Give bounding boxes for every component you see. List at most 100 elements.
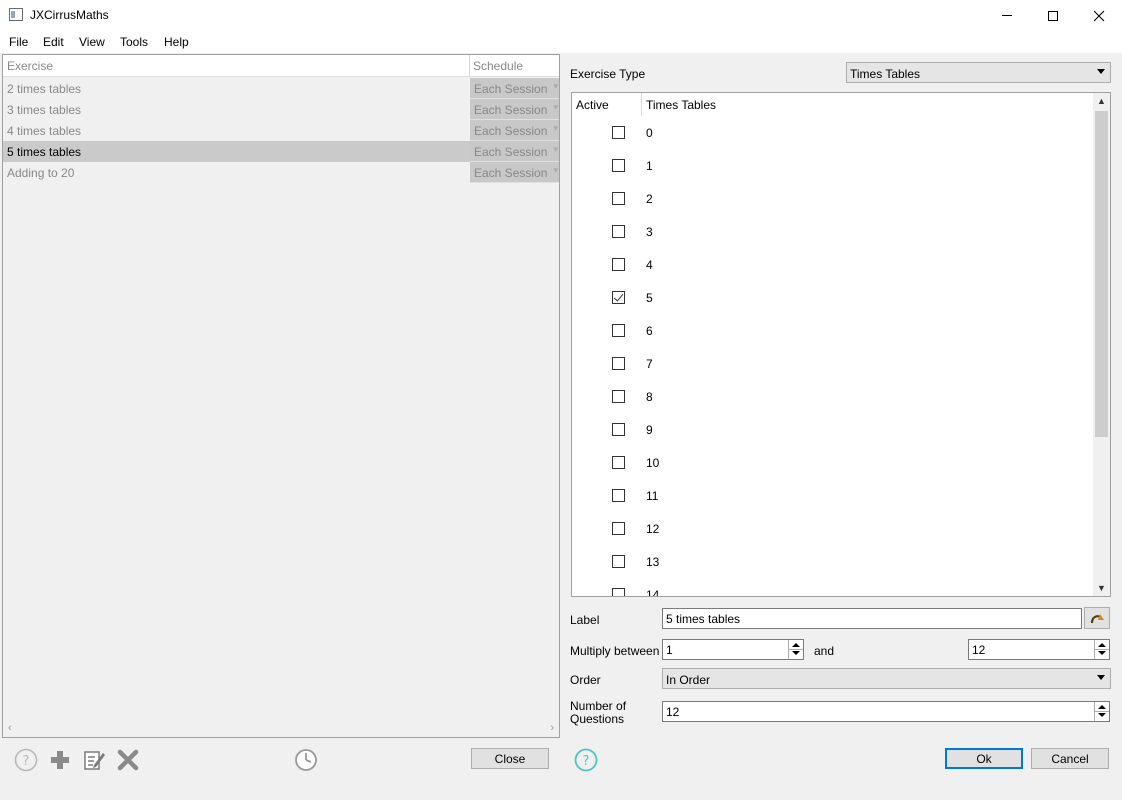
table-row[interactable]: 13: [572, 545, 1094, 578]
active-checkbox[interactable]: [612, 192, 625, 205]
maximize-icon: [1048, 10, 1058, 21]
schedule-dropdown[interactable]: Each Session: [470, 99, 559, 120]
active-checkbox[interactable]: [612, 456, 625, 469]
menu-view[interactable]: View: [79, 35, 105, 49]
scroll-up-icon[interactable]: ▲: [1097, 96, 1106, 106]
table-row-selected[interactable]: 5 times tables Each Session: [3, 141, 559, 162]
exercise-type-select[interactable]: Times Tables: [846, 62, 1111, 83]
exercise-table-header: Exercise Schedule: [3, 55, 559, 77]
horizontal-scrollbar[interactable]: ‹ ›: [3, 721, 559, 737]
times-table-value: 0: [646, 126, 653, 140]
scrollbar-thumb[interactable]: [1095, 111, 1108, 437]
number-of-questions-label-line2: Questions: [570, 712, 625, 726]
multiply-from-value: 1: [666, 643, 673, 657]
number-of-questions-label-line1: Number of: [570, 699, 627, 713]
active-checkbox[interactable]: [612, 489, 625, 502]
schedule-dropdown[interactable]: Each Session: [470, 162, 559, 183]
delete-exercise-button[interactable]: [115, 747, 141, 773]
label-input[interactable]: 5 times tables: [662, 608, 1082, 629]
times-table-value: 14: [646, 588, 660, 597]
help-button[interactable]: ?: [13, 747, 39, 773]
editor-help-button[interactable]: ?: [573, 747, 599, 773]
active-checkbox[interactable]: [612, 522, 625, 535]
close-button[interactable]: Close: [471, 748, 549, 769]
scroll-right-icon[interactable]: ›: [550, 722, 554, 734]
exercise-table[interactable]: Exercise Schedule 2 times tables Each Se…: [2, 54, 560, 738]
order-select[interactable]: In Order: [662, 668, 1111, 689]
active-checkbox[interactable]: [612, 588, 625, 596]
close-window-button[interactable]: [1076, 0, 1122, 31]
schedule-button[interactable]: [293, 747, 319, 773]
table-row[interactable]: 4 times tables Each Session: [3, 120, 559, 141]
active-checkbox[interactable]: [612, 390, 625, 403]
number-of-questions-spinner[interactable]: 12: [662, 701, 1110, 722]
cancel-button[interactable]: Cancel: [1031, 748, 1109, 769]
table-row[interactable]: 5: [572, 281, 1094, 314]
exercise-name: 2 times tables: [7, 82, 82, 96]
active-checkbox[interactable]: [612, 291, 625, 304]
delete-icon: [117, 749, 139, 771]
schedule-dropdown[interactable]: Each Session: [470, 78, 559, 99]
and-label: and: [814, 644, 835, 658]
exercise-type-label: Exercise Type: [570, 67, 646, 81]
times-table-value: 13: [646, 555, 660, 569]
scroll-left-icon[interactable]: ‹: [8, 722, 12, 734]
menu-edit[interactable]: Edit: [43, 35, 64, 49]
active-checkbox[interactable]: [612, 126, 625, 139]
column-header-active[interactable]: Active: [576, 98, 609, 112]
maximize-button[interactable]: [1030, 0, 1076, 31]
title-bar: JXCirrusMaths: [0, 0, 1122, 31]
schedule-dropdown[interactable]: Each Session: [470, 120, 559, 141]
reset-label-button[interactable]: [1084, 607, 1110, 629]
active-checkbox[interactable]: [612, 423, 625, 436]
clock-icon: [295, 749, 317, 771]
table-row[interactable]: Adding to 20 Each Session: [3, 162, 559, 183]
menu-file[interactable]: File: [9, 35, 28, 49]
times-tables-table[interactable]: Active Times Tables 0 1 2 3 4 5 6 7 8 9 10 11 12 13 14…: [571, 92, 1111, 597]
table-row[interactable]: 3: [572, 215, 1094, 248]
times-table-value: 10: [646, 456, 660, 470]
add-icon: [51, 751, 69, 769]
minimize-button[interactable]: [984, 0, 1030, 31]
table-row[interactable]: 2 times tables Each Session: [3, 78, 559, 99]
table-row[interactable]: 0: [572, 116, 1094, 149]
column-header-schedule[interactable]: Schedule: [473, 59, 523, 73]
table-row[interactable]: 7: [572, 347, 1094, 380]
active-checkbox[interactable]: [612, 258, 625, 271]
active-checkbox[interactable]: [612, 357, 625, 370]
add-exercise-button[interactable]: [47, 747, 73, 773]
times-table-value: 2: [646, 192, 653, 206]
active-checkbox[interactable]: [612, 324, 625, 337]
undo-icon: [1090, 614, 1104, 624]
active-checkbox[interactable]: [612, 159, 625, 172]
svg-text:?: ?: [23, 754, 30, 769]
multiply-from-spinner[interactable]: 1: [662, 639, 804, 660]
spinner-divider: [788, 649, 803, 650]
edit-exercise-button[interactable]: [81, 747, 107, 773]
table-row[interactable]: 10: [572, 446, 1094, 479]
table-row[interactable]: 8: [572, 380, 1094, 413]
table-row[interactable]: 14: [572, 578, 1094, 597]
vertical-scrollbar[interactable]: ▲ ▼: [1093, 93, 1110, 596]
table-row[interactable]: 9: [572, 413, 1094, 446]
menu-help[interactable]: Help: [164, 35, 189, 49]
table-row[interactable]: 3 times tables Each Session: [3, 99, 559, 120]
column-divider: [469, 55, 470, 77]
column-header-exercise[interactable]: Exercise: [7, 59, 53, 73]
scroll-down-icon[interactable]: ▼: [1097, 583, 1106, 593]
table-row[interactable]: 12: [572, 512, 1094, 545]
table-row[interactable]: 6: [572, 314, 1094, 347]
times-table-value: 6: [646, 324, 653, 338]
column-header-times-tables[interactable]: Times Tables: [646, 98, 716, 112]
schedule-dropdown[interactable]: Each Session: [470, 141, 559, 162]
active-checkbox[interactable]: [612, 225, 625, 238]
active-checkbox[interactable]: [612, 555, 625, 568]
menu-tools[interactable]: Tools: [120, 35, 148, 49]
ok-button[interactable]: Ok: [945, 748, 1023, 769]
table-row[interactable]: 2: [572, 182, 1094, 215]
multiply-to-spinner[interactable]: 12: [968, 639, 1110, 660]
table-row[interactable]: 11: [572, 479, 1094, 512]
exercise-name: 5 times tables: [7, 145, 82, 159]
table-row[interactable]: 4: [572, 248, 1094, 281]
table-row[interactable]: 1: [572, 149, 1094, 182]
